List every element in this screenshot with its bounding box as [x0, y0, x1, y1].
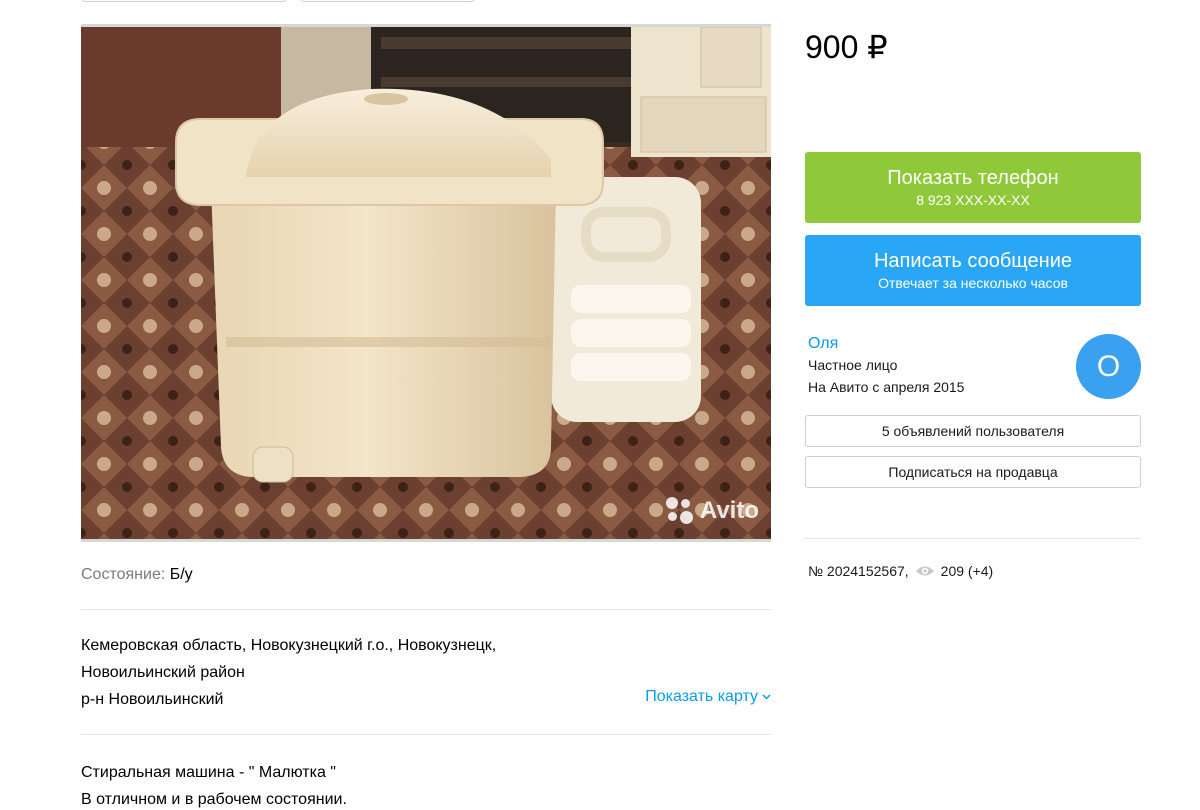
response-time: Отвечает за несколько часов	[878, 274, 1068, 291]
chevron-down-icon	[762, 694, 771, 700]
listing-page: Avito Состояние: Б/у Кемеровская область…	[0, 0, 1200, 810]
description-line: В отличном и в рабочем состоянии.	[81, 791, 347, 808]
show-phone-button[interactable]: Показать телефон 8 923 XXX-XX-XX	[805, 152, 1141, 223]
divider	[805, 538, 1141, 539]
phone-number: 8 923 XXX-XX-XX	[916, 191, 1030, 208]
listing-photo[interactable]: Avito	[81, 24, 771, 542]
top-tab-stub[interactable]	[81, 0, 287, 2]
condition-value: Б/у	[169, 566, 193, 583]
show-map-label: Показать карту	[645, 688, 758, 705]
address-line: р-н Новоильинский	[81, 691, 224, 708]
condition: Состояние: Б/у	[81, 566, 193, 584]
subscribe-button[interactable]: Подписаться на продавца	[805, 456, 1141, 488]
show-phone-label: Показать телефон	[887, 166, 1059, 189]
washing-machine-image	[81, 27, 771, 539]
views-count: 209 (+4)	[940, 563, 994, 579]
description-line: Стиральная машина - " Малютка "	[81, 764, 336, 781]
top-tab-stub[interactable]	[300, 0, 475, 2]
show-map-link[interactable]: Показать карту	[645, 688, 771, 706]
seller-type: Частное лицо	[808, 357, 898, 373]
eye-icon	[915, 566, 934, 576]
listing-meta: № 2024152567, 209 (+4)	[808, 563, 993, 579]
address-line: Кемеровская область, Новокузнецкий г.о.,…	[81, 637, 497, 654]
divider	[81, 734, 771, 735]
description: Стиральная машина - " Малютка " В отличн…	[81, 759, 347, 810]
write-message-label: Написать сообщение	[873, 249, 1072, 272]
seller-since: На Авито с апреля 2015	[808, 379, 965, 395]
condition-label: Состояние:	[81, 566, 166, 583]
divider	[81, 609, 771, 610]
address-line: Новоильинский район	[81, 664, 245, 681]
address-block: Кемеровская область, Новокузнецкий г.о.,…	[81, 632, 496, 713]
write-message-button[interactable]: Написать сообщение Отвечает за несколько…	[805, 235, 1141, 306]
seller-name-link[interactable]: Оля	[808, 335, 838, 353]
avito-watermark: Avito	[665, 497, 759, 525]
watermark-text: Avito	[699, 497, 759, 524]
avito-logo-icon	[665, 497, 694, 525]
avatar[interactable]: О	[1076, 334, 1141, 399]
seller-ads-button[interactable]: 5 объявлений пользователя	[805, 415, 1141, 447]
listing-number: № 2024152567,	[808, 563, 909, 579]
price: 900 ₽	[805, 29, 888, 65]
